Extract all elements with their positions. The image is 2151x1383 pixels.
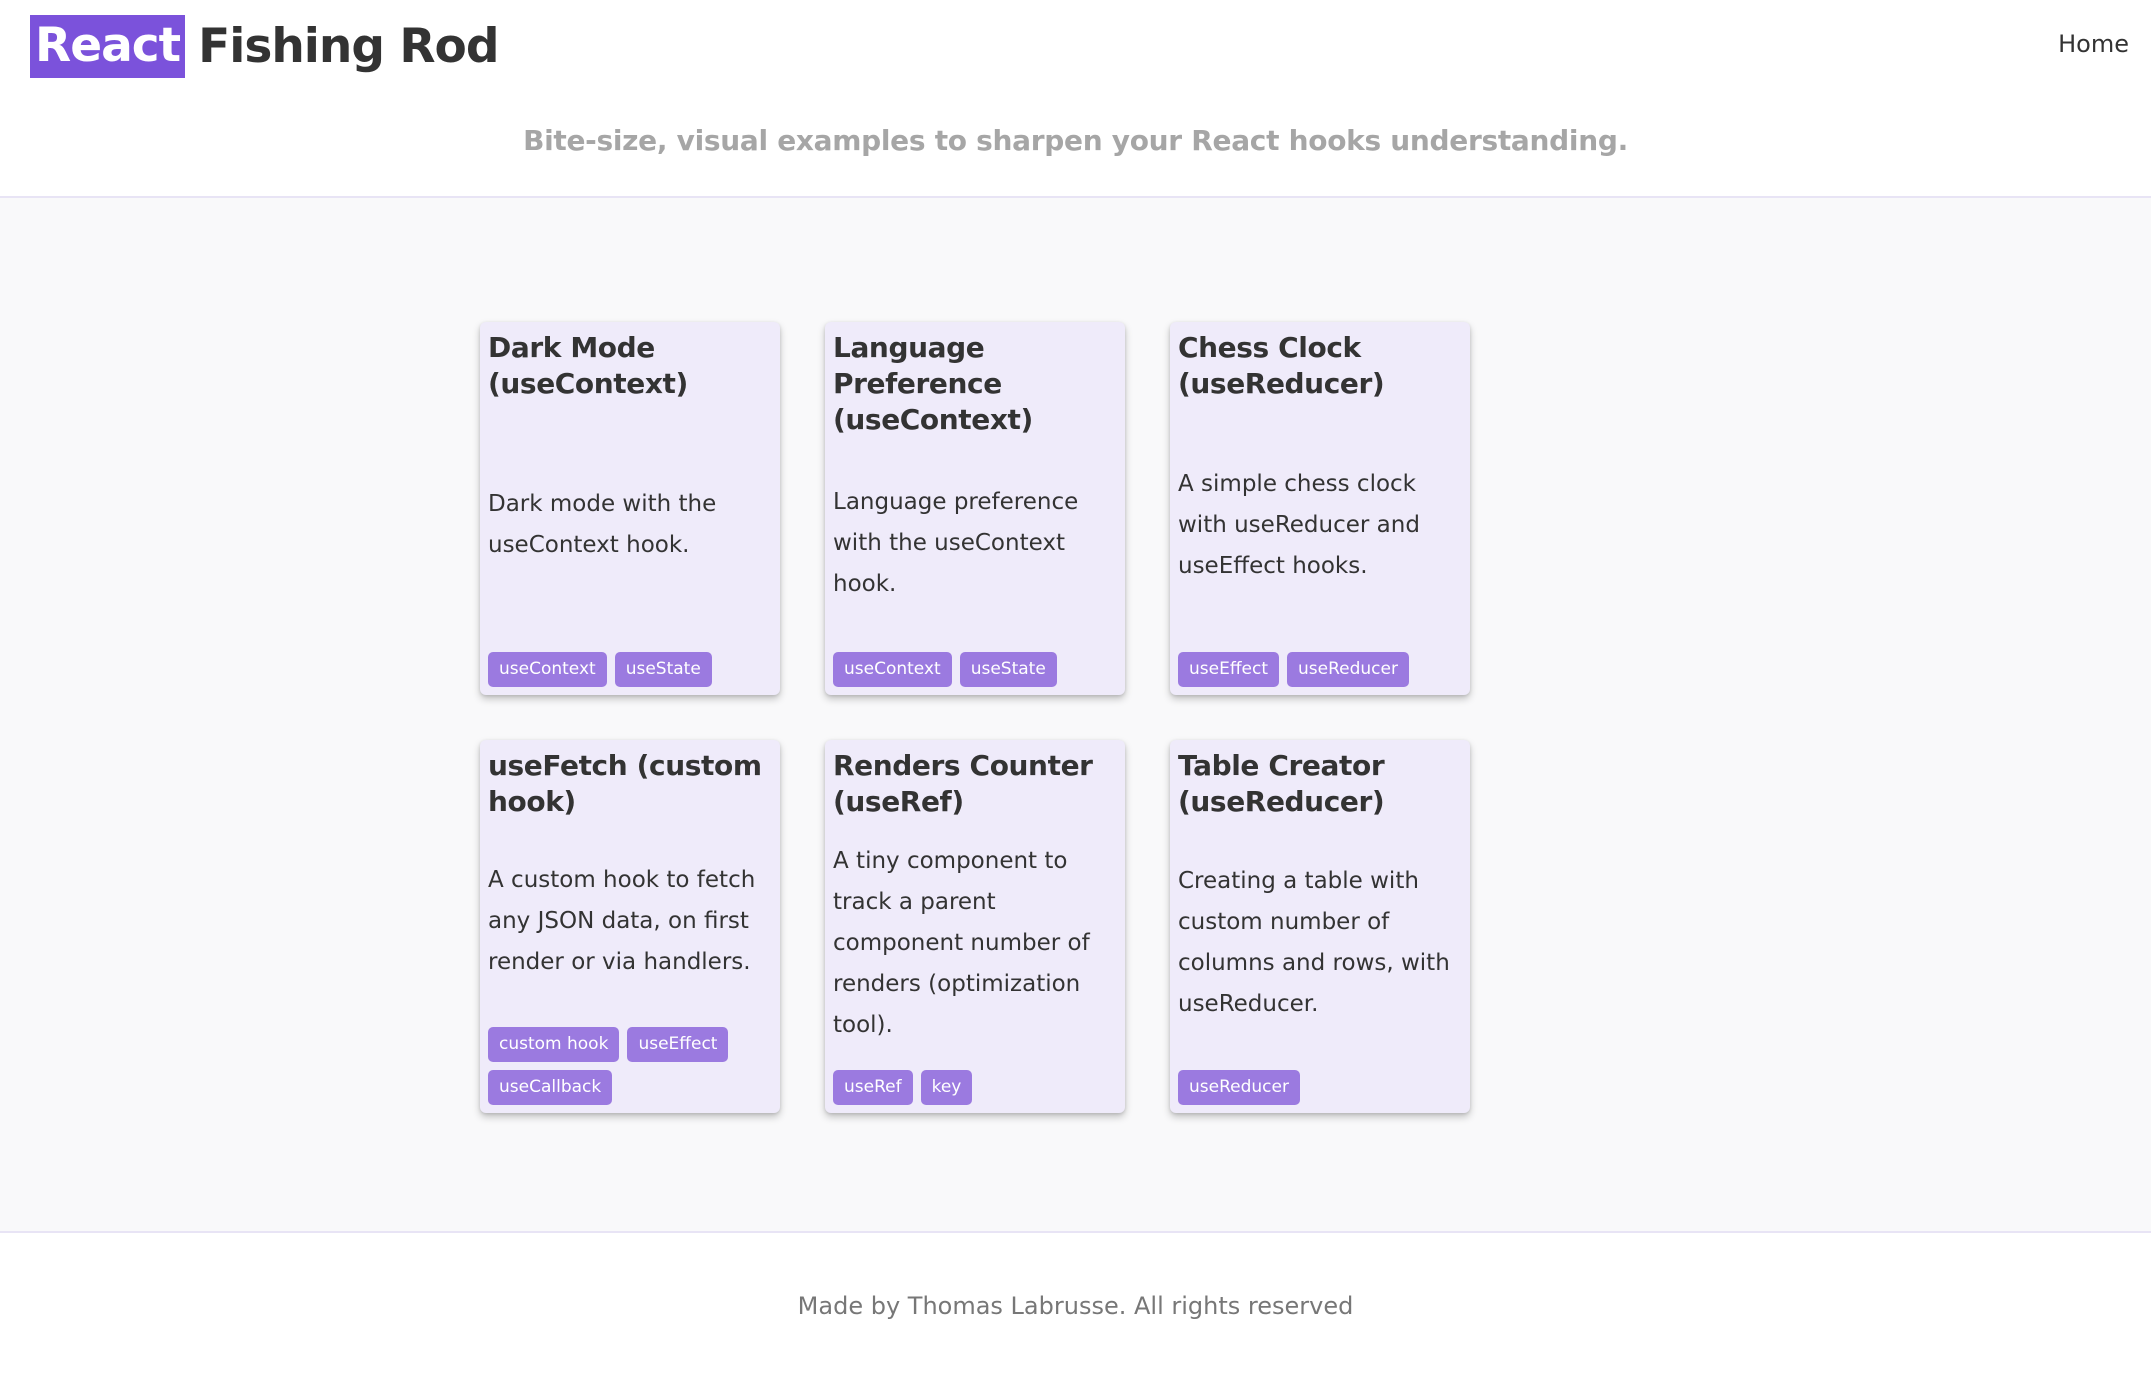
card-title: Dark Mode (useContext): [488, 331, 688, 400]
example-card-chess-clock[interactable]: Chess Clock (useReducer) A simple chess …: [1170, 322, 1470, 695]
tag-badge: useEffect: [1178, 652, 1280, 687]
card-description: A simple chess clock with useReducer and…: [1178, 470, 1420, 579]
tag-badge: useContext: [833, 652, 952, 687]
card-title: Renders Counter (useRef): [833, 749, 1093, 818]
tag-badge: custom hook: [488, 1027, 620, 1062]
example-card-renders-counter[interactable]: Renders Counter (useRef) A tiny componen…: [825, 740, 1125, 1113]
card-tags: useEffect useReducer: [1178, 652, 1462, 687]
example-card-dark-mode[interactable]: Dark Mode (useContext) Dark mode with th…: [480, 322, 780, 695]
logo-title: Fishing Rod: [198, 18, 499, 74]
card-title: useFetch (custom hook): [488, 749, 762, 818]
card-body: A custom hook to fetch any JSON data, on…: [488, 820, 772, 1023]
tag-badge: useReducer: [1178, 1070, 1300, 1105]
tag-badge: useReducer: [1287, 652, 1409, 687]
card-tags: custom hook useEffect useCallback: [488, 1027, 772, 1105]
card-tags: useContext useState: [833, 652, 1117, 687]
example-card-table-creator[interactable]: Table Creator (useReducer) Creating a ta…: [1170, 740, 1470, 1113]
tag-badge: key: [920, 1070, 973, 1105]
page: React Fishing Rod Home Bite-size, visual…: [0, 0, 2151, 1383]
card-tags: useRef key: [833, 1070, 1117, 1105]
card-description: Dark mode with the useContext hook.: [488, 491, 717, 558]
card-tags: useReducer: [1178, 1070, 1462, 1105]
card-description: Creating a table with custom number of c…: [1178, 868, 1450, 1017]
tag-badge: useRef: [833, 1070, 913, 1105]
card-title: Chess Clock (useReducer): [1178, 331, 1385, 400]
example-card-language-preference[interactable]: Language Preference (useContext) Languag…: [825, 322, 1125, 695]
main-content: Dark Mode (useContext) Dark mode with th…: [0, 198, 2151, 1233]
tag-badge: useState: [614, 652, 712, 687]
card-body: A tiny component to track a parent compo…: [833, 820, 1117, 1066]
card-body: Dark mode with the useContext hook.: [488, 402, 772, 648]
card-body: Creating a table with custom number of c…: [1178, 820, 1462, 1066]
example-card-usefetch[interactable]: useFetch (custom hook) A custom hook to …: [480, 740, 780, 1113]
card-description: A custom hook to fetch any JSON data, on…: [488, 867, 756, 975]
tag-badge: useEffect: [627, 1027, 729, 1062]
tag-badge: useState: [959, 652, 1057, 687]
site-tagline: Bite-size, visual examples to sharpen yo…: [523, 124, 1628, 157]
card-title: Table Creator (useReducer): [1178, 749, 1385, 818]
card-body: A simple chess clock with useReducer and…: [1178, 402, 1462, 648]
site-logo[interactable]: React Fishing Rod: [30, 15, 499, 78]
site-footer: Made by Thomas Labrusse. All rights rese…: [0, 1233, 2151, 1383]
tag-badge: useContext: [488, 652, 607, 687]
logo-highlight: React: [30, 15, 186, 78]
card-body: Language preference with the useContext …: [833, 438, 1117, 648]
card-description: Language preference with the useContext …: [833, 488, 1079, 597]
card-title: Language Preference (useContext): [833, 331, 1033, 436]
site-header: React Fishing Rod Home Bite-size, visual…: [0, 0, 2151, 198]
tag-badge: useCallback: [488, 1070, 613, 1105]
examples-grid: Dark Mode (useContext) Dark mode with th…: [480, 322, 1470, 1113]
nav-home-link[interactable]: Home: [2058, 30, 2129, 58]
card-tags: useContext useState: [488, 652, 772, 687]
card-description: A tiny component to track a parent compo…: [833, 847, 1090, 1038]
footer-copyright: Made by Thomas Labrusse. All rights rese…: [797, 1292, 1354, 1320]
